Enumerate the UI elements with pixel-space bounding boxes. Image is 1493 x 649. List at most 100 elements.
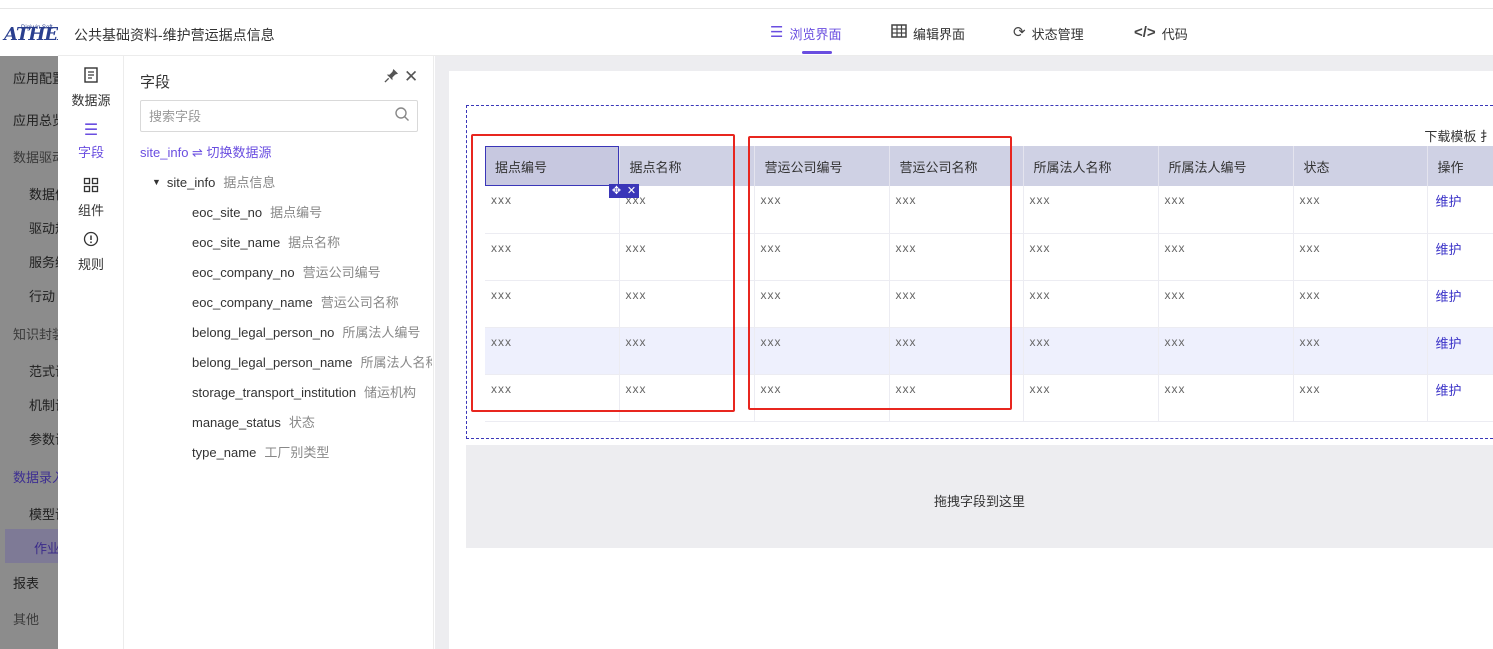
column-header[interactable]: 据点名称 [619, 146, 755, 186]
appnav-item[interactable]: 参数设 [0, 429, 58, 448]
appnav-item[interactable]: 行动 [0, 286, 58, 305]
close-icon[interactable]: ✕ [404, 67, 418, 87]
field-panel-title: 字段 [140, 74, 171, 91]
field-desc: 储运机构 [364, 385, 417, 400]
field-item[interactable]: eoc_company_name 营运公司名称 [192, 292, 432, 311]
appnav-item[interactable]: 服务编 [0, 252, 58, 271]
field-item[interactable]: type_name 工厂别类型 [192, 442, 432, 461]
table-cell: xxx [485, 280, 620, 328]
table-cell: xxx [619, 374, 755, 422]
page-title: 公共基础资料-维护营运据点信息 [74, 27, 275, 43]
table-row[interactable]: xxx xxx xxx xxx xxx xxx xxx 维护 [485, 327, 1493, 375]
drop-zone[interactable]: 拖拽字段到这里 [466, 445, 1493, 548]
field-name: eoc_site_no [192, 205, 263, 220]
components-grid-icon [58, 177, 124, 198]
appnav-item[interactable]: 应用配置 [0, 68, 58, 87]
field-name: eoc_company_name [192, 295, 313, 310]
table-row[interactable]: xxx xxx xxx xxx xxx xxx xxx 维护 [485, 280, 1493, 328]
table-cell: xxx [1023, 233, 1159, 281]
tab-state-management[interactable]: ⟳ 状态管理 [1013, 24, 1084, 56]
rail-label: 字段 [77, 145, 104, 160]
row-maintain-link[interactable]: 维护 [1427, 280, 1493, 328]
field-item[interactable]: belong_legal_person_name 所属法人名称 [192, 352, 432, 371]
table-cell: xxx [1293, 280, 1428, 328]
table-row[interactable]: xxx xxx xxx xxx xxx xxx xxx 维护 [485, 233, 1493, 281]
field-item[interactable]: belong_legal_person_no 所属法人编号 [192, 322, 432, 341]
appnav-item[interactable]: 范式设 [0, 361, 58, 380]
table-cell: xxx [619, 280, 755, 328]
appnav-section[interactable]: 知识封装 [0, 324, 58, 343]
table-cell: xxx [1158, 374, 1294, 422]
table-cell: xxx [619, 233, 755, 281]
tab-edit-view[interactable]: 编辑界面 [891, 24, 965, 56]
appnav-item[interactable]: 机制设 [0, 395, 58, 414]
appnav-item[interactable]: 模型设 [0, 504, 58, 523]
field-name: eoc_site_name [192, 235, 281, 250]
switch-datasource-link[interactable]: site_info ⇌ 切换数据源 [140, 142, 272, 161]
table-row[interactable]: xxx xxx xxx xxx xxx xxx xxx 维护 [485, 374, 1493, 422]
code-icon: </> [1134, 24, 1156, 41]
appnav-item[interactable]: 驱动规 [0, 218, 58, 237]
appnav-section[interactable]: 数据录入 [0, 467, 58, 486]
download-template-link[interactable]: 下载模板 扌 [1424, 126, 1493, 145]
rail-datasource-button[interactable]: 数据源 [58, 67, 124, 109]
field-item[interactable]: eoc_site_no 据点编号 [192, 202, 432, 221]
app-logo: Digiwin Soft ATHENA [0, 18, 87, 54]
field-name: manage_status [192, 415, 281, 430]
table-cell: xxx [754, 280, 890, 328]
row-maintain-link[interactable]: 维护 [1427, 374, 1493, 422]
caret-down-icon: ▼ [152, 177, 161, 187]
appnav-section[interactable]: 数据驱动 [0, 147, 58, 166]
tab-label: 编辑界面 [913, 27, 966, 42]
field-item[interactable]: manage_status 状态 [192, 412, 432, 431]
field-desc: 所属法人名称 [360, 355, 432, 370]
field-item[interactable]: storage_transport_institution 储运机构 [192, 382, 432, 401]
rail-rules-button[interactable]: 规则 [58, 231, 124, 273]
table-body: xxx xxx xxx xxx xxx xxx xxx 维护 xxx xxx xxx xxx xxx xx… [485, 186, 1493, 422]
close-icon[interactable]: ✕ [627, 184, 636, 198]
rail-label: 组件 [77, 203, 104, 218]
rail-fields-button[interactable]: ☰ 字段 [58, 122, 124, 161]
tree-node-site-info[interactable]: ▼ site_info 据点信息 [152, 172, 275, 191]
column-header-selected[interactable]: 据点编号 [485, 146, 620, 186]
row-maintain-link[interactable]: 维护 [1427, 186, 1493, 234]
move-icon[interactable]: ✥ [612, 184, 621, 198]
row-maintain-link[interactable]: 维护 [1427, 327, 1493, 375]
field-desc: 营运公司名称 [320, 295, 399, 310]
appnav-item-active[interactable]: 作业设 [5, 529, 58, 563]
fields-list-icon: ☰ [83, 122, 99, 139]
table-component[interactable]: 下载模板 扌 据点编号 据点名称 营运公司编号 营运公司名称 所属法人名称 所属… [466, 105, 1493, 439]
list-icon: ☰ [770, 24, 784, 41]
field-item[interactable]: eoc_site_name 据点名称 [192, 232, 432, 251]
field-desc: 状态 [288, 415, 315, 430]
appnav-item[interactable]: 报表 [0, 573, 58, 592]
appnav-item[interactable]: 应用总览 [0, 110, 58, 129]
table-cell: xxx [485, 186, 620, 234]
data-table: 据点编号 据点名称 营运公司编号 营运公司名称 所属法人名称 所属法人编号 状态… [485, 146, 1493, 422]
table-cell: xxx [889, 374, 1024, 422]
app-sidebar: 应用配置 应用总览 数据驱动 数据信 驱动规 服务编 行动 知识封装 范式设 机… [0, 56, 58, 649]
table-cell: xxx [1158, 280, 1294, 328]
column-header[interactable]: 操作 [1427, 146, 1493, 186]
table-cell: xxx [889, 233, 1024, 281]
column-header[interactable]: 营运公司名称 [889, 146, 1024, 186]
field-item[interactable]: eoc_company_no 营运公司编号 [192, 262, 432, 281]
rail-components-button[interactable]: 组件 [58, 177, 124, 219]
field-desc: 所属法人编号 [342, 325, 421, 340]
column-header[interactable]: 状态 [1293, 146, 1428, 186]
field-search-input[interactable] [140, 100, 418, 132]
search-icon[interactable] [394, 106, 410, 122]
tab-browse-view[interactable]: ☰ 浏览界面 [770, 24, 841, 56]
column-header[interactable]: 所属法人名称 [1023, 146, 1159, 186]
column-header[interactable]: 所属法人编号 [1158, 146, 1294, 186]
rail-label: 数据源 [71, 93, 111, 108]
table-cell: xxx [889, 186, 1024, 234]
tab-code[interactable]: </> 代码 [1134, 24, 1188, 56]
appnav-item[interactable]: 数据信 [0, 184, 58, 203]
appnav-section[interactable]: 其他 [0, 609, 58, 628]
column-header[interactable]: 营运公司编号 [754, 146, 890, 186]
column-toolbar[interactable]: ✥ ✕ [609, 184, 639, 198]
row-maintain-link[interactable]: 维护 [1427, 233, 1493, 281]
pin-icon[interactable] [384, 68, 399, 87]
tab-label: 代码 [1161, 27, 1188, 42]
